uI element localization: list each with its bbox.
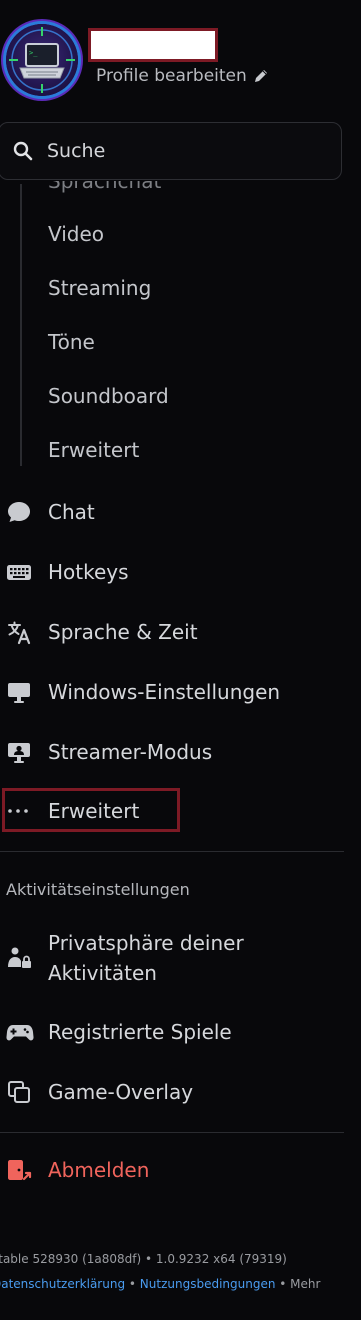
search-input[interactable] [45, 139, 299, 163]
logout-button[interactable]: Abmelden [6, 1152, 149, 1188]
nav-item-streamer-mode[interactable]: Streamer-Modus [6, 734, 212, 770]
nav-item-label: Sprache & Zeit [48, 620, 198, 644]
nav-item-label: Chat [48, 500, 95, 524]
nav-item-language-time[interactable]: Sprache & Zeit [6, 614, 198, 650]
nav-item-activity-privacy[interactable]: Privatsphäre deiner Aktivitäten [6, 926, 244, 990]
nav-item-label: Windows-Einstellungen [48, 680, 281, 704]
search-icon [13, 141, 33, 161]
sub-item-streaming[interactable]: Streaming [48, 276, 151, 300]
search-box[interactable] [0, 122, 342, 180]
laptop-avatar-icon: >_ [9, 27, 75, 93]
activity-settings-header: Aktivitätseinstellungen [6, 880, 190, 899]
svg-text:>_: >_ [29, 49, 38, 57]
nav-item-label: Privatsphäre deiner [48, 931, 244, 955]
nav-item-registered-games[interactable]: Registrierte Spiele [6, 1014, 232, 1050]
edit-profile-link[interactable]: Profile bearbeiten [96, 66, 269, 86]
redacted-username [88, 28, 218, 62]
nav-item-label: Hotkeys [48, 560, 129, 584]
sub-item-sounds[interactable]: Töne [48, 330, 95, 354]
person-privacy-icon [6, 945, 36, 971]
pencil-icon [254, 70, 267, 82]
monitor-icon [6, 679, 36, 705]
terms-link[interactable]: Nutzungsbedingungen [140, 1277, 276, 1291]
divider [0, 1132, 344, 1133]
settings-sidebar: >_ Profile bearbeiten Sprachchat Video S… [0, 0, 361, 1320]
keyboard-icon [6, 559, 36, 585]
overlay-icon [6, 1079, 36, 1105]
build-info: stable 528930 (1a808df) • 1.0.9232 x64 (… [0, 1252, 287, 1266]
footer-separator: • [275, 1277, 291, 1291]
sub-item-voice-chat-partial[interactable]: Sprachchat [48, 181, 161, 193]
nav-item-label: Aktivitäten [48, 961, 157, 985]
chat-bubble-icon [6, 499, 36, 525]
sub-item-soundboard[interactable]: Soundboard [48, 384, 169, 408]
nav-item-label: Game-Overlay [48, 1080, 194, 1104]
avatar[interactable]: >_ [6, 24, 78, 96]
nav-item-windows-settings[interactable]: Windows-Einstellungen [6, 674, 280, 710]
footer-separator: • [125, 1277, 140, 1291]
edit-profile-label: Profile bearbeiten [96, 66, 247, 86]
nav-item-label: Streamer-Modus [48, 740, 213, 764]
logout-label: Abmelden [48, 1158, 150, 1182]
sub-item-video[interactable]: Video [48, 222, 104, 246]
gamepad-icon [6, 1019, 36, 1045]
selection-highlight [2, 788, 180, 832]
nav-item-game-overlay[interactable]: Game-Overlay [6, 1074, 193, 1110]
nav-item-hotkeys[interactable]: Hotkeys [6, 554, 129, 590]
translate-icon [6, 619, 36, 645]
sub-item-advanced[interactable]: Erweitert [48, 438, 139, 462]
logout-icon [6, 1157, 36, 1183]
divider [0, 851, 344, 852]
privacy-policy-link[interactable]: Datenschutzerklärung [0, 1277, 125, 1291]
nav-item-label-group: Privatsphäre deiner Aktivitäten [48, 928, 244, 988]
nav-item-chat[interactable]: Chat [6, 494, 95, 530]
footer-links: Datenschutzerklärung • Nutzungsbedingung… [0, 1277, 320, 1291]
more-link[interactable]: Mehr [290, 1277, 320, 1291]
nav-item-label: Registrierte Spiele [48, 1020, 232, 1044]
tree-connector [20, 184, 22, 466]
streamer-monitor-icon [6, 739, 36, 765]
